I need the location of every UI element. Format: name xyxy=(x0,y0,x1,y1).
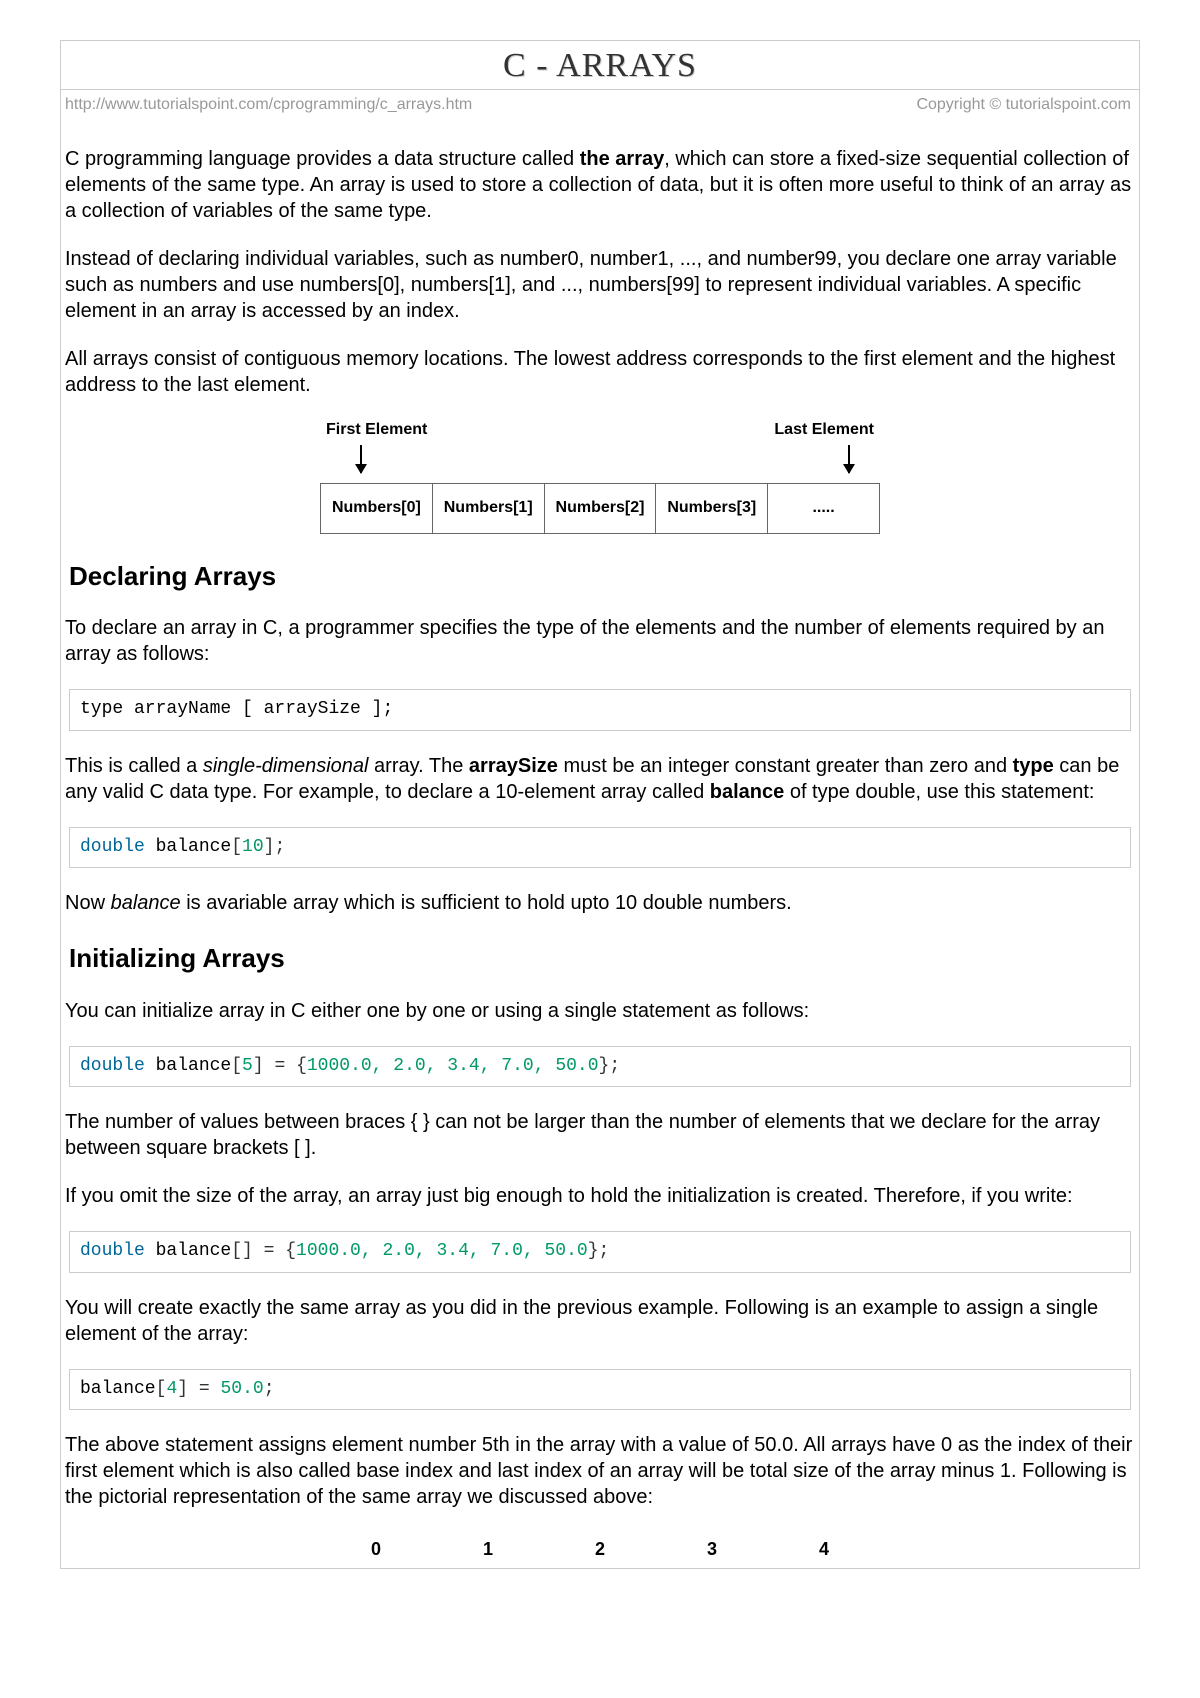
array-diagram: First Element Last Element Numbers[0] Nu… xyxy=(320,420,880,534)
diagram-arrows xyxy=(320,445,880,483)
intro-paragraph-1: C programming language provides a data s… xyxy=(65,146,1135,224)
declaring-paragraph-2: This is called a single-dimensional arra… xyxy=(65,753,1135,805)
arrow-down-icon xyxy=(848,445,850,473)
index-cell: 3 xyxy=(656,1532,768,1567)
index-cell: 0 xyxy=(320,1532,432,1567)
intro-paragraph-2: Instead of declaring individual variable… xyxy=(65,246,1135,324)
intro-paragraph-3: All arrays consist of contiguous memory … xyxy=(65,346,1135,398)
diagram-cell: ..... xyxy=(768,484,879,533)
diagram-cells-row: Numbers[0] Numbers[1] Numbers[2] Numbers… xyxy=(320,483,880,534)
source-url-link[interactable]: http://www.tutorialspoint.com/cprogrammi… xyxy=(65,96,472,114)
first-element-label: First Element xyxy=(326,420,427,441)
index-cell: 4 xyxy=(768,1532,880,1567)
body-text: C programming language provides a data s… xyxy=(61,146,1139,1568)
init-paragraph-1: You can initialize array in C either one… xyxy=(65,998,1135,1024)
last-element-label: Last Element xyxy=(774,420,874,441)
code-block-init-sized: double balance[5] = {1000.0, 2.0, 3.4, 7… xyxy=(69,1046,1131,1087)
arrow-down-icon xyxy=(360,445,362,473)
content-box: C - ARRAYS http://www.tutorialspoint.com… xyxy=(60,40,1140,1569)
declaring-paragraph-1: To declare an array in C, a programmer s… xyxy=(65,615,1135,667)
init-paragraph-2: The number of values between braces { } … xyxy=(65,1109,1135,1161)
code-block-assign-element: balance[4] = 50.0; xyxy=(69,1369,1131,1410)
diagram-cell: Numbers[0] xyxy=(321,484,433,533)
array-index-diagram: 0 1 2 3 4 xyxy=(320,1532,880,1567)
diagram-cell: Numbers[2] xyxy=(545,484,657,533)
heading-declaring-arrays: Declaring Arrays xyxy=(69,560,1135,594)
code-block-init-unsized: double balance[] = {1000.0, 2.0, 3.4, 7.… xyxy=(69,1231,1131,1272)
code-block-declare-syntax: type arrayName [ arraySize ]; xyxy=(69,689,1131,730)
declaring-paragraph-3: Now balance is avariable array which is … xyxy=(65,890,1135,916)
index-row: 0 1 2 3 4 xyxy=(320,1532,880,1567)
diagram-cell: Numbers[1] xyxy=(433,484,545,533)
heading-initializing-arrays: Initializing Arrays xyxy=(69,942,1135,976)
code-block-declare-balance: double balance[10]; xyxy=(69,827,1131,868)
index-cell: 1 xyxy=(432,1532,544,1567)
index-cell: 2 xyxy=(544,1532,656,1567)
init-paragraph-5: The above statement assigns element numb… xyxy=(65,1432,1135,1510)
init-paragraph-4: You will create exactly the same array a… xyxy=(65,1295,1135,1347)
diagram-labels: First Element Last Element xyxy=(320,420,880,441)
title-bar: C - ARRAYS xyxy=(61,41,1139,90)
meta-row: http://www.tutorialspoint.com/cprogrammi… xyxy=(61,90,1139,124)
page: C - ARRAYS http://www.tutorialspoint.com… xyxy=(0,40,1200,1569)
diagram-cell: Numbers[3] xyxy=(656,484,768,533)
copyright-text: Copyright © tutorialspoint.com xyxy=(916,96,1131,114)
init-paragraph-3: If you omit the size of the array, an ar… xyxy=(65,1183,1135,1209)
page-title: C - ARRAYS xyxy=(61,47,1139,85)
